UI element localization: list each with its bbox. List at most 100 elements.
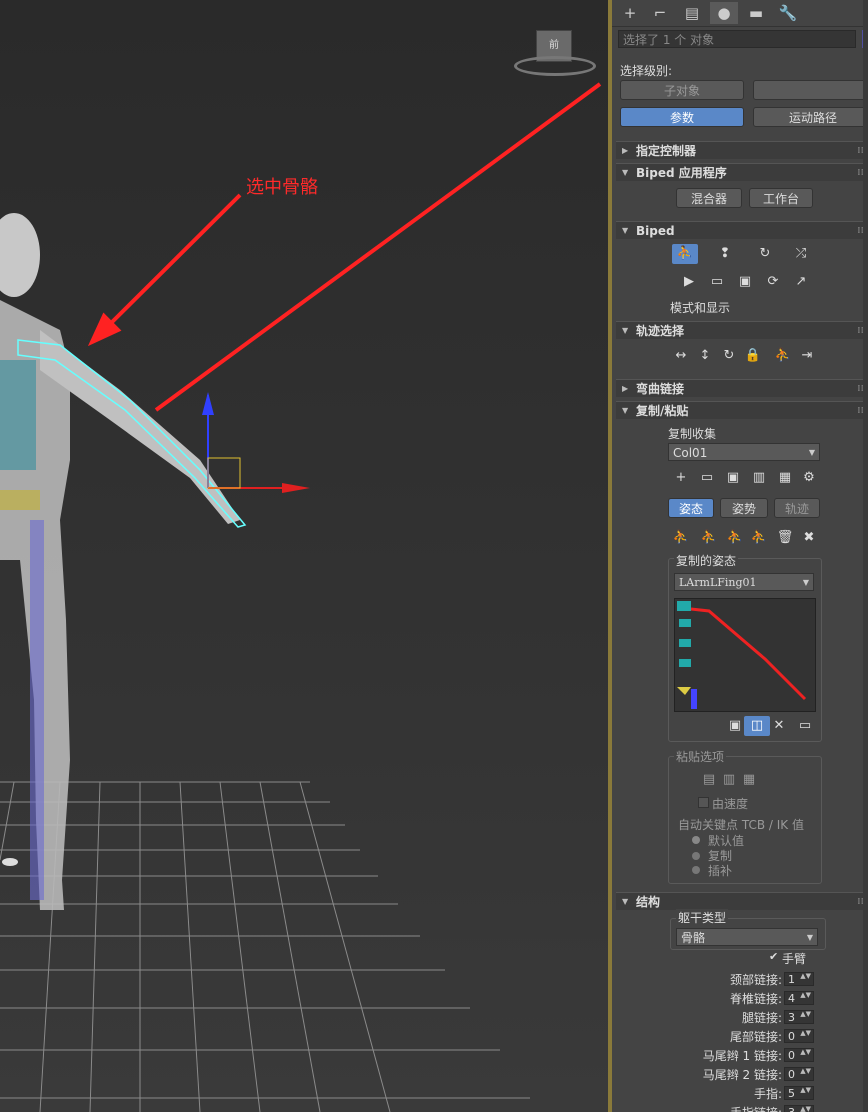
paste-turning-icon[interactable]: ▦ <box>736 770 762 790</box>
sub-object-button[interactable]: 子对象 <box>620 80 744 100</box>
modify-tab-icon[interactable]: ⌐ <box>646 2 674 24</box>
delete-all-poses-icon[interactable]: ✖ <box>796 528 822 548</box>
symmetrical-icon[interactable]: ⛹ <box>770 346 796 366</box>
move-all-mode-icon[interactable]: ↗ <box>788 272 814 292</box>
modes-display-label[interactable]: 模式和显示 <box>670 299 730 316</box>
radio-default[interactable] <box>692 836 700 844</box>
convert-icon[interactable]: ⟳ <box>760 272 786 292</box>
copied-poses-label: 复制的姿态 <box>674 552 739 569</box>
transform-gizmo[interactable] <box>202 392 310 493</box>
delete-all-collections-icon[interactable]: ▦ <box>772 468 798 488</box>
select-pose-icon[interactable]: ⛹ <box>746 528 772 548</box>
footstep-mode-icon[interactable]: ❢ <box>712 244 738 264</box>
body-horizontal-icon[interactable]: ↔ <box>668 346 694 366</box>
max-load-preferences-icon[interactable]: ⚙ <box>796 468 822 488</box>
rollout-biped[interactable]: ▼ Biped ⁞⁞ <box>616 221 868 239</box>
mixer-button[interactable]: 混合器 <box>676 188 742 208</box>
delete-pose-icon[interactable]: 🗑 <box>772 528 798 548</box>
structure-field-spinner[interactable]: 4 ▲▼ <box>784 991 814 1005</box>
pivot-marker <box>2 858 18 866</box>
preview-options-icon[interactable]: ▭ <box>792 716 818 736</box>
biped-playback-icon[interactable]: ▶ <box>676 272 702 292</box>
display-tab-icon[interactable]: ▬ <box>742 2 770 24</box>
spinner-arrows-icon[interactable]: ▲▼ <box>800 1030 811 1037</box>
structure-field-spinner[interactable]: 0 ▲▼ <box>784 1048 814 1062</box>
structure-field-label: 颈部链接: <box>729 973 782 987</box>
create-tab-icon[interactable]: + <box>616 2 644 24</box>
rollout-assign-controller[interactable]: ▶ 指定控制器 ⁞⁞ <box>616 141 868 159</box>
copy-collection-dropdown[interactable]: Col01 ▼ <box>668 443 820 461</box>
paste-pose-opposite-icon[interactable]: ⛹ <box>722 528 748 548</box>
viewcube-ring[interactable] <box>514 56 596 76</box>
structure-field-value[interactable]: 5 <box>788 1087 795 1100</box>
rollout-biped-apps[interactable]: ▼ Biped 应用程序 ⁞⁞ <box>616 163 868 181</box>
copy-pose-icon[interactable]: ⛹ <box>668 528 694 548</box>
spinner-arrows-icon[interactable]: ▲▼ <box>800 992 811 999</box>
arms-check-icon[interactable]: ✔ <box>769 950 778 963</box>
structure-field-spinner[interactable]: 3 ▲▼ <box>784 1010 814 1024</box>
annotation-arrows <box>87 82 602 412</box>
radio-copy[interactable] <box>692 852 700 860</box>
command-panel: + ⌐ ▤ ● ▬ 🔧 选择了 1 个 对象 选择级别: 子对象 参数 运动路径… <box>612 0 868 1112</box>
body-rotation-icon[interactable]: ↻ <box>716 346 742 366</box>
structure-field-value[interactable]: 3 <box>788 1011 795 1024</box>
delete-collection-icon[interactable]: ▥ <box>746 468 772 488</box>
radio-interpolate[interactable] <box>692 866 700 874</box>
spinner-arrows-icon[interactable]: ▲▼ <box>800 1049 811 1056</box>
hierarchy-tab-icon[interactable]: ▤ <box>678 2 706 24</box>
utilities-tab-icon[interactable]: 🔧 <box>774 2 802 24</box>
structure-field-value[interactable]: 4 <box>788 992 795 1005</box>
viewport-perspective[interactable]: 选中骨骼 前 <box>0 0 608 1112</box>
structure-field-value[interactable]: 0 <box>788 1068 795 1081</box>
body-vertical-icon[interactable]: ↕ <box>692 346 718 366</box>
torso-type-dropdown[interactable]: 骨骼 ▼ <box>676 928 818 946</box>
rollout-track-selection[interactable]: ▼ 轨迹选择 ⁞⁞ <box>616 321 868 339</box>
structure-field-spinner[interactable]: 1 ▲▼ <box>784 972 814 986</box>
auto-capture-icon[interactable]: ✕ <box>766 716 792 736</box>
viewport-scene[interactable] <box>0 0 608 1112</box>
motion-flow-icon[interactable]: ↻ <box>752 244 778 264</box>
structure-field-value[interactable]: 1 <box>788 973 795 986</box>
selection-name-field[interactable]: 选择了 1 个 对象 <box>618 30 856 48</box>
structure-field-label: 尾部链接: <box>729 1030 782 1044</box>
spinner-arrows-icon[interactable]: ▲▼ <box>800 1068 811 1075</box>
panel-scrollbar[interactable] <box>863 0 868 1112</box>
rollout-copy-paste[interactable]: ▼ 复制/粘贴 ⁞⁞ <box>616 401 868 419</box>
create-collection-icon[interactable]: + <box>668 468 694 488</box>
parameters-button[interactable]: 参数 <box>620 107 744 127</box>
save-file-icon[interactable]: ▣ <box>732 272 758 292</box>
by-velocity-checkbox[interactable] <box>698 797 709 808</box>
mixer-mode-icon[interactable]: ⤮ <box>788 244 814 264</box>
structure-field-value[interactable]: 0 <box>788 1049 795 1062</box>
load-file-icon[interactable]: ▭ <box>704 272 730 292</box>
sub-object-dropdown[interactable] <box>753 80 868 100</box>
workbench-button[interactable]: 工作台 <box>749 188 813 208</box>
structure-field-spinner[interactable]: 5 ▲▼ <box>784 1086 814 1100</box>
track-tab-button[interactable]: 轨迹 <box>774 498 820 518</box>
opposite-icon[interactable]: ⇥ <box>794 346 820 366</box>
rollout-structure[interactable]: ▼ 结构 ⁞⁞ <box>616 892 868 910</box>
figure-mode-icon[interactable]: ⛹ <box>672 244 698 264</box>
posture-tab-button[interactable]: 姿势 <box>720 498 768 518</box>
copied-pose-dropdown[interactable]: LArmLFing01 ▼ <box>674 573 814 591</box>
structure-field-value[interactable]: 3 <box>788 1106 795 1112</box>
spinner-arrows-icon[interactable]: ▲▼ <box>800 1011 811 1018</box>
load-collection-icon[interactable]: ▭ <box>694 468 720 488</box>
spinner-arrows-icon[interactable]: ▲▼ <box>800 973 811 980</box>
motion-tab-icon[interactable]: ● <box>710 2 738 24</box>
character-model[interactable] <box>0 213 240 910</box>
spinner-arrows-icon[interactable]: ▲▼ <box>800 1106 811 1112</box>
structure-field-spinner[interactable]: 0 ▲▼ <box>784 1029 814 1043</box>
structure-field-spinner[interactable]: 0 ▲▼ <box>784 1067 814 1081</box>
structure-field-spinner[interactable]: 3 ▲▼ <box>784 1105 814 1112</box>
save-collection-icon[interactable]: ▣ <box>720 468 746 488</box>
motion-paths-button[interactable]: 运动路径 <box>753 107 868 127</box>
spinner-arrows-icon[interactable]: ▲▼ <box>800 1087 811 1094</box>
auto-key-label: 自动关键点 TCB / IK 值 <box>678 818 804 832</box>
lock-cob-icon[interactable]: 🔒 <box>740 346 766 366</box>
paste-pose-icon[interactable]: ⛹ <box>696 528 722 548</box>
annotation-label: 选中骨骼 <box>246 177 318 198</box>
structure-field-value[interactable]: 0 <box>788 1030 795 1043</box>
rollout-bend-links[interactable]: ▶ 弯曲链接 ⁞⁞ <box>616 379 868 397</box>
pose-tab-button[interactable]: 姿态 <box>668 498 714 518</box>
